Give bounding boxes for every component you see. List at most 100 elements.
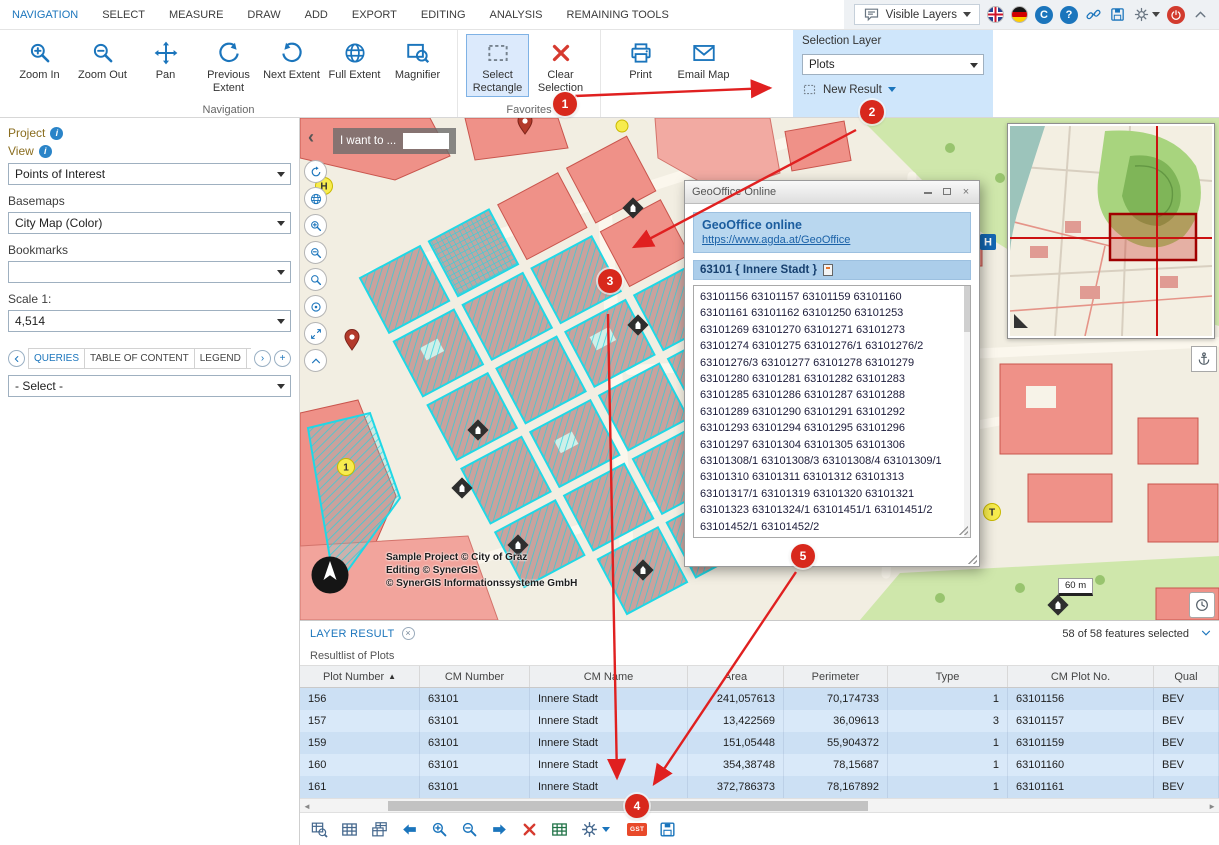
minimize-button[interactable]	[922, 187, 934, 198]
zoom-out-button[interactable]: Zoom Out	[71, 34, 134, 85]
copy-icon[interactable]	[823, 264, 833, 276]
selection-layer-select[interactable]: Plots	[802, 54, 984, 75]
menu-tab-select[interactable]: SELECT	[90, 0, 157, 30]
menu-tab-remaining-tools[interactable]: REMAINING TOOLS	[555, 0, 681, 30]
sidebar-tab-queries[interactable]: QUERIES	[28, 348, 85, 369]
logout-button[interactable]	[1167, 6, 1185, 24]
search-input[interactable]	[403, 133, 449, 149]
language-german-flag-icon[interactable]	[1011, 6, 1028, 23]
save-result-button[interactable]	[658, 820, 677, 839]
bookmarks-select[interactable]	[8, 261, 291, 283]
language-english-flag-icon[interactable]	[987, 6, 1004, 23]
column-header-area[interactable]: Area	[688, 666, 784, 687]
zoom-in-button[interactable]: Zoom In	[8, 34, 71, 85]
collapse-panel-button[interactable]	[1199, 626, 1213, 640]
magnifier-button[interactable]: Magnifier	[386, 34, 449, 85]
column-header-cm-name[interactable]: CM Name	[530, 666, 688, 687]
previous-extent-button[interactable]: Previous Extent	[197, 34, 260, 97]
previous-record-button[interactable]	[400, 820, 419, 839]
menu-tab-editing[interactable]: EDITING	[409, 0, 478, 30]
excel-export-button[interactable]	[550, 820, 569, 839]
window-resize-grip[interactable]	[966, 553, 977, 564]
query-select[interactable]: - Select -	[8, 375, 291, 397]
column-header-type[interactable]: Type	[888, 666, 1008, 687]
tabs-scroll-left-button[interactable]	[8, 350, 25, 367]
plot-number-list[interactable]: 63101156 63101157 63101159 6310116063101…	[693, 285, 971, 538]
menu-tab-export[interactable]: EXPORT	[340, 0, 409, 30]
tabs-scroll-right-button[interactable]: ›	[254, 350, 271, 367]
overview-anchor-button[interactable]	[1191, 346, 1217, 372]
email-map-button[interactable]: Email Map	[672, 34, 735, 85]
scroll-left-icon[interactable]: ◄	[303, 802, 311, 811]
collapse-toolbar-button[interactable]	[304, 349, 327, 372]
map-magnifier-button[interactable]	[304, 268, 327, 291]
map-zoom-out-button[interactable]	[304, 241, 327, 264]
zoom-to-selection-button[interactable]	[310, 820, 329, 839]
visible-layers-dropdown[interactable]: Visible Layers	[854, 4, 980, 25]
close-button[interactable]: ×	[960, 187, 972, 198]
map-zoom-in-button[interactable]	[304, 214, 327, 237]
copy-table-button[interactable]	[370, 820, 389, 839]
menu-tab-analysis[interactable]: ANALYSIS	[478, 0, 555, 30]
column-header-cm-plot-no-[interactable]: CM Plot No.	[1008, 666, 1154, 687]
menu-tab-add[interactable]: ADD	[293, 0, 340, 30]
menu-tab-navigation[interactable]: NAVIGATION	[0, 0, 90, 30]
i-want-to-search[interactable]: I want to ...	[333, 128, 456, 154]
column-header-plot-number[interactable]: Plot Number▲	[300, 666, 420, 687]
map-viewport[interactable]: H 1 T H ‹ I want to ... Sample Project ©…	[300, 118, 1219, 620]
overview-extent-box[interactable]	[1110, 214, 1196, 260]
share-link-icon[interactable]	[1085, 6, 1102, 23]
full-extent-button[interactable]: Full Extent	[323, 34, 386, 85]
basemap-select[interactable]: City Map (Color)	[8, 212, 291, 234]
sidebar-tab-l[interactable]: L	[246, 348, 251, 369]
window-titlebar[interactable]: GeoOffice Online ×	[685, 181, 979, 204]
gst-export-button[interactable]: GST	[627, 823, 647, 836]
show-table-button[interactable]	[340, 820, 359, 839]
refresh-map-button[interactable]	[304, 160, 327, 183]
collapse-ribbon-button[interactable]	[1192, 6, 1209, 23]
pan-button[interactable]: Pan	[134, 34, 197, 85]
record-zoom-out-button[interactable]	[460, 820, 479, 839]
record-zoom-in-button[interactable]	[430, 820, 449, 839]
next-record-button[interactable]	[490, 820, 509, 839]
geooffice-link[interactable]: https://www.agda.at/GeoOffice	[702, 234, 962, 246]
project-info-icon[interactable]: i	[50, 127, 63, 140]
collapse-sidebar-button[interactable]: ‹	[308, 128, 314, 146]
fullscreen-button[interactable]	[304, 322, 327, 345]
scrollbar[interactable]	[964, 286, 970, 537]
copyright-info-button[interactable]: C	[1035, 6, 1053, 24]
column-header-perimeter[interactable]: Perimeter	[784, 666, 888, 687]
view-select[interactable]: Points of Interest	[8, 163, 291, 185]
add-tab-button[interactable]: +	[274, 350, 291, 367]
scroll-right-icon[interactable]: ►	[1208, 802, 1216, 811]
resultlist-subtab[interactable]: Resultlist of Plots	[300, 646, 1219, 666]
next-extent-button[interactable]: Next Extent	[260, 34, 323, 85]
print-button[interactable]: Print	[609, 34, 672, 85]
column-header-cm-number[interactable]: CM Number	[420, 666, 530, 687]
full-extent-map-button[interactable]	[304, 187, 327, 210]
center-map-button[interactable]	[304, 295, 327, 318]
select-rectangle-button[interactable]: Select Rectangle	[466, 34, 529, 97]
clear-selection-button[interactable]: Clear Selection	[529, 34, 592, 97]
overview-map[interactable]	[1007, 123, 1215, 339]
table-row[interactable]: 16163101Innere Stadt372,78637378,1678921…	[300, 776, 1219, 798]
save-session-icon[interactable]	[1109, 6, 1126, 23]
table-row[interactable]: 16063101Innere Stadt354,3874878,15687163…	[300, 754, 1219, 776]
help-button[interactable]: ?	[1060, 6, 1078, 24]
menu-tab-draw[interactable]: DRAW	[235, 0, 292, 30]
new-result-dropdown[interactable]: New Result	[802, 82, 984, 97]
remove-result-button[interactable]	[520, 820, 539, 839]
horizontal-scrollbar[interactable]: ◄ ►	[300, 798, 1219, 813]
maximize-button[interactable]	[941, 187, 953, 198]
table-row[interactable]: 15663101Innere Stadt241,05761370,1747331…	[300, 688, 1219, 710]
sidebar-tab-legend[interactable]: LEGEND	[194, 348, 247, 369]
table-settings-button[interactable]	[580, 820, 610, 839]
layer-result-tab[interactable]: LAYER RESULT	[310, 628, 395, 640]
table-row[interactable]: 15963101Innere Stadt151,0544855,90437216…	[300, 732, 1219, 754]
close-result-icon[interactable]: ×	[402, 627, 415, 640]
view-info-icon[interactable]: i	[39, 145, 52, 158]
history-clock-button[interactable]	[1189, 592, 1215, 618]
sidebar-tab-table-of-content[interactable]: TABLE OF CONTENT	[84, 348, 195, 369]
column-header-qual[interactable]: Qual	[1154, 666, 1219, 687]
scale-select[interactable]: 4,514	[8, 310, 291, 332]
